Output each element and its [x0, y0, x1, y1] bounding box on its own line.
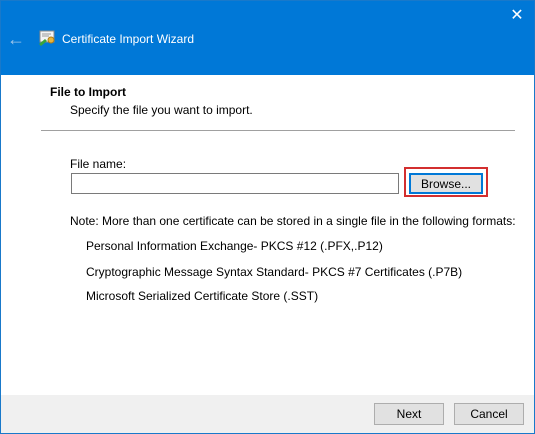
certificate-import-wizard-window: ← Certificate Import Wizard ✕ File to Im…	[0, 0, 535, 434]
back-arrow-icon[interactable]: ←	[1, 26, 31, 52]
page-heading: File to Import	[50, 85, 126, 99]
format-item-p7b: Cryptographic Message Syntax Standard- P…	[86, 265, 463, 279]
file-name-label: File name:	[70, 157, 127, 171]
formats-note: Note: More than one certificate can be s…	[70, 214, 516, 228]
format-item-sst: Microsoft Serialized Certificate Store (…	[86, 289, 319, 303]
window-title: Certificate Import Wizard	[62, 32, 195, 46]
page-subheading: Specify the file you want to import.	[70, 103, 253, 117]
next-button[interactable]: Next	[374, 403, 444, 425]
browse-button[interactable]: Browse...	[409, 173, 483, 194]
cancel-button[interactable]: Cancel	[454, 403, 524, 425]
title-bar: ← Certificate Import Wizard ✕	[1, 1, 534, 75]
header-separator	[41, 130, 515, 131]
certificate-icon	[38, 27, 58, 47]
close-icon[interactable]: ✕	[500, 1, 534, 31]
file-name-input[interactable]	[71, 173, 399, 194]
wizard-footer: Next Cancel	[1, 395, 534, 433]
format-item-pfx: Personal Information Exchange- PKCS #12 …	[86, 239, 383, 253]
wizard-content: File to Import Specify the file you want…	[1, 75, 534, 395]
